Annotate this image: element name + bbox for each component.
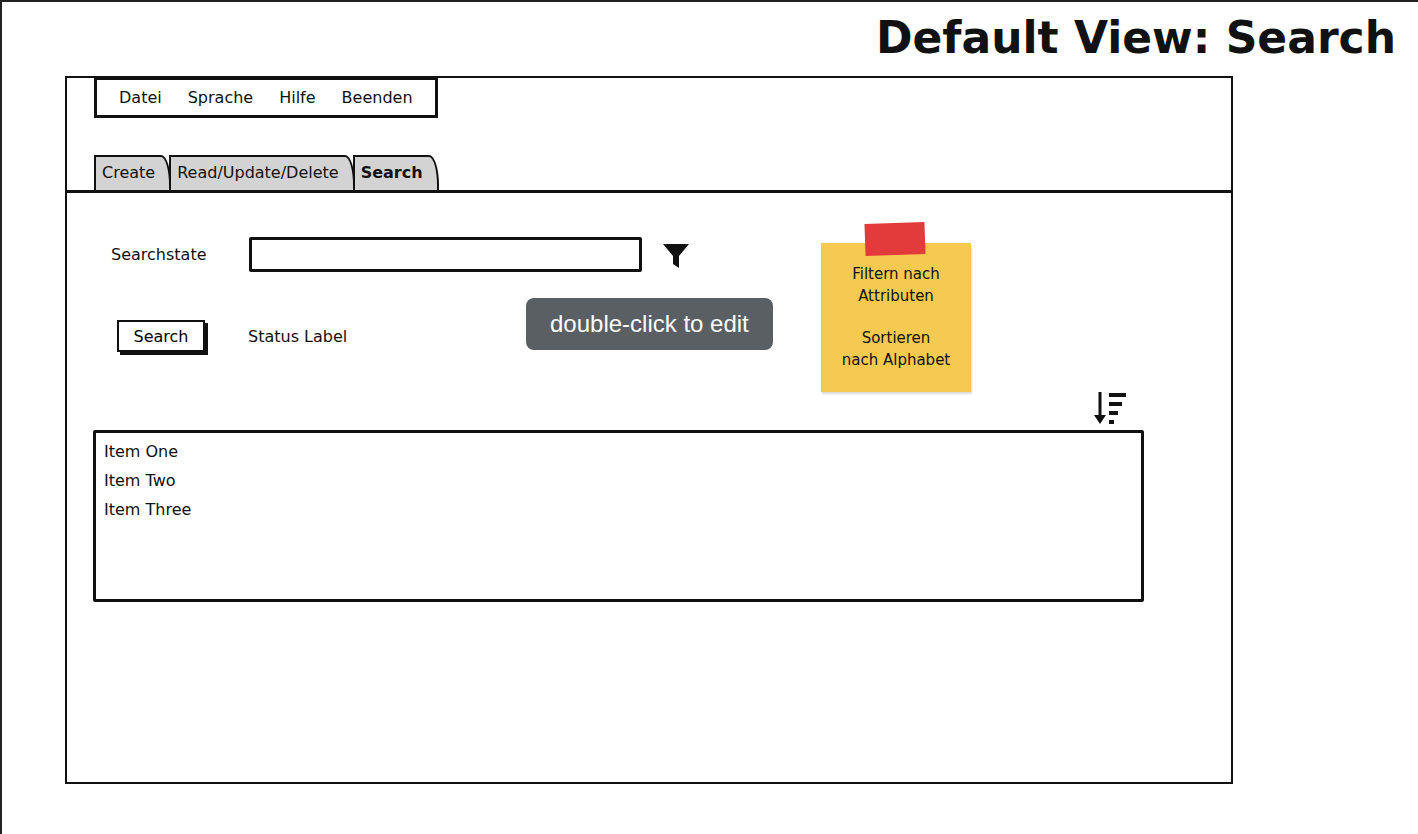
filter-icon[interactable] [662, 241, 690, 269]
top-area: Datei Sprache Hilfe Beenden CreateRead/Updat… [67, 78, 1231, 190]
tooltip: double-click to edit [526, 298, 773, 350]
menu-item[interactable]: Hilfe [279, 88, 315, 107]
tape [864, 222, 925, 256]
note-line: Attributen [825, 285, 967, 307]
wireframe-page: Default View: Search Datei Sprache Hilfe Bee… [0, 0, 1418, 834]
list-header [93, 390, 1143, 430]
note-line: Filtern nach [825, 263, 967, 285]
page-title: Default View: Search [876, 10, 1396, 66]
status-label: Status Label [248, 327, 347, 346]
tab-row: CreateRead/Update/DeleteSearch [94, 155, 437, 190]
menu-bar: Datei Sprache Hilfe Beenden [94, 78, 438, 118]
list-item[interactable]: Item Three [104, 495, 1133, 524]
tab[interactable]: Read/Update/Delete [169, 155, 355, 190]
search-panel: SearchstateSearchStatus LabelItem OneIte… [67, 190, 1231, 782]
search-row: Searchstate [111, 237, 1231, 272]
tab[interactable]: Create [94, 155, 171, 190]
tab[interactable]: Search [353, 155, 439, 190]
list-item[interactable]: Item Two [104, 466, 1133, 495]
note-line: Sortieren [825, 327, 967, 349]
sort-icon[interactable] [1093, 390, 1129, 426]
search-button[interactable]: Search [117, 320, 205, 352]
note-paragraph: Sortierennach Alphabet [825, 327, 967, 371]
note-paragraph: Filtern nachAttributen [825, 263, 967, 307]
list-item[interactable]: Item One [104, 437, 1133, 466]
app-window: Datei Sprache Hilfe Beenden CreateRead/Updat… [65, 76, 1233, 784]
sticky-note: Filtern nachAttributen Sortierennach Alph… [821, 243, 971, 392]
search-label: Searchstate [111, 245, 249, 264]
note-line: nach Alphabet [825, 349, 967, 371]
menu-item[interactable]: Beenden [342, 88, 413, 107]
header: Default View: Search [2, 2, 1418, 76]
filter-button[interactable] [662, 241, 690, 269]
menu-item[interactable]: Datei [119, 88, 162, 107]
search-field[interactable] [249, 237, 642, 272]
menu-item[interactable]: Sprache [188, 88, 253, 107]
result-list: Item OneItem TwoItem Three [93, 430, 1144, 602]
